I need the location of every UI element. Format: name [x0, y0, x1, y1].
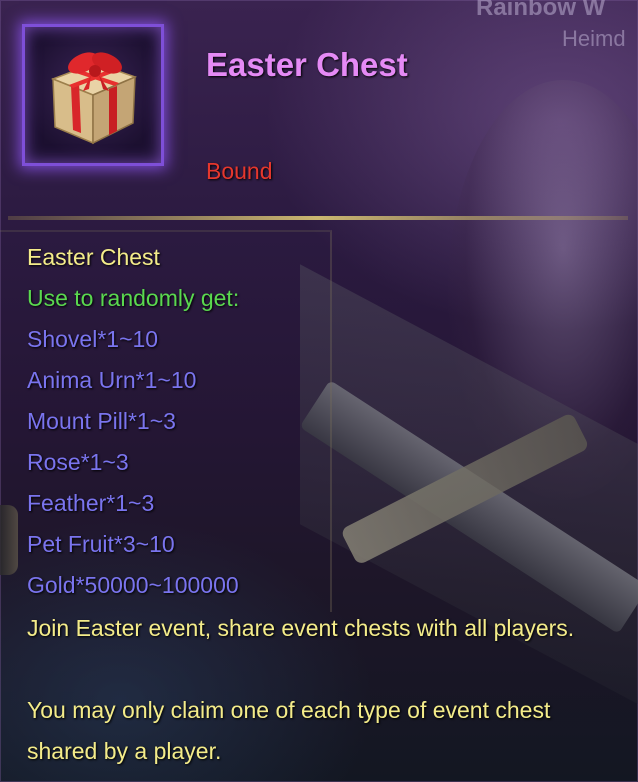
background-label-top: Rainbow W: [476, 0, 606, 21]
reward-line: Anima Urn*1~10: [27, 367, 197, 393]
reward-line: Feather*1~3: [27, 490, 155, 516]
binding-status: Bound: [206, 158, 273, 184]
event-note: Join Easter event, share event chests wi…: [27, 615, 575, 641]
reward-line: Pet Fruit*3~10: [27, 531, 175, 557]
reward-line: Shovel*1~10: [27, 326, 159, 352]
use-instruction: Use to randomly get:: [27, 285, 240, 311]
item-icon-slot: [22, 24, 164, 166]
claim-note: You may only claim one of each type of e…: [27, 697, 551, 764]
gift-box-icon: [50, 52, 138, 145]
item-title: Easter Chest: [206, 46, 408, 83]
reward-line: Mount Pill*1~3: [27, 408, 176, 434]
description-name: Easter Chest: [27, 244, 160, 270]
item-tooltip: Rainbow W Heimd Easter Chest Bound Easte…: [0, 0, 638, 782]
header-divider: [8, 216, 628, 220]
reward-line: Rose*1~3: [27, 449, 129, 475]
background-ornament: [0, 505, 18, 575]
reward-line: Gold*50000~100000: [27, 572, 239, 598]
background-label-right: Heimd: [562, 26, 626, 51]
